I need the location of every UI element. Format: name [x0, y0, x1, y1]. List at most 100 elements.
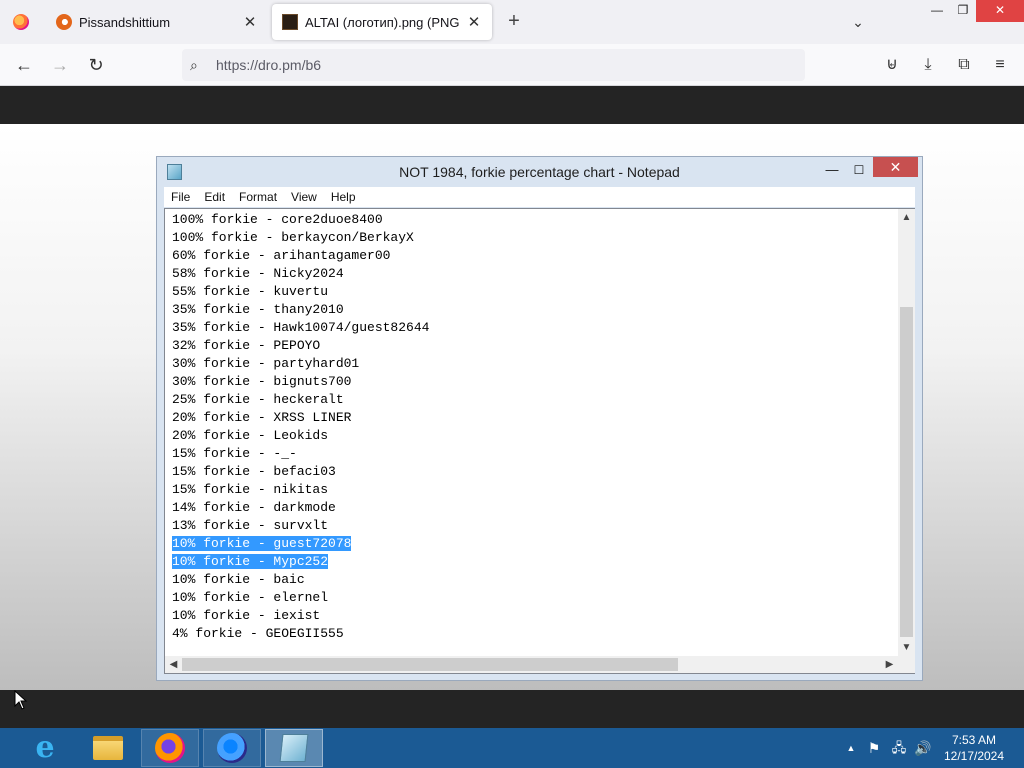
site-favicon-icon	[56, 14, 72, 30]
line-text: 4% forkie - GEOEGII555	[172, 626, 344, 641]
line-text: 100% forkie - berkaycon/BerkayX	[172, 230, 414, 245]
text-line: 20% forkie - Leokids	[172, 427, 897, 445]
text-line: 55% forkie - kuvertu	[172, 283, 897, 301]
search-icon: ⌕	[190, 56, 198, 73]
browser-tab-pissandshittium[interactable]: Pissandshittium ✕	[46, 4, 268, 40]
text-line: 100% forkie - core2duoe8400	[172, 211, 897, 229]
download-icon[interactable]: ⤓	[915, 52, 941, 78]
line-text: 10% forkie - elernel	[172, 590, 329, 605]
text-line: 100% forkie - berkaycon/BerkayX	[172, 229, 897, 247]
window-close-button[interactable]: ✕	[976, 0, 1024, 22]
line-text: 25% forkie - heckeralt	[172, 392, 344, 407]
horizontal-scroll-thumb[interactable]	[182, 658, 678, 671]
menu-view[interactable]: View	[284, 190, 324, 204]
text-line: 15% forkie - befaci03	[172, 463, 897, 481]
line-text: 58% forkie - Nicky2024	[172, 266, 344, 281]
firefox-view-button[interactable]	[0, 0, 42, 44]
line-text: 30% forkie - partyhard01	[172, 356, 360, 371]
notepad-close-button[interactable]: ✕	[873, 157, 918, 177]
vertical-scrollbar[interactable]: ▲ ▼	[898, 209, 915, 656]
forward-button[interactable]: →	[47, 52, 73, 78]
image-bottom-band	[0, 690, 1024, 728]
taskbar-clock[interactable]: 7:53 AM 12/17/2024	[938, 728, 1010, 768]
text-line: 32% forkie - PEPOYO	[172, 337, 897, 355]
clock-time: 7:53 AM	[951, 733, 997, 747]
menu-format[interactable]: Format	[232, 190, 284, 204]
notepad-menu-bar: File Edit Format View Help	[164, 187, 915, 207]
tab-close-icon[interactable]: ✕	[238, 10, 262, 34]
line-text: 15% forkie - -_-	[172, 446, 297, 461]
line-text: 15% forkie - befaci03	[172, 464, 336, 479]
text-line: 35% forkie - thany2010	[172, 301, 897, 319]
clock-date: 12/17/2024	[943, 749, 1005, 763]
horizontal-scrollbar[interactable]: ◀ ▶	[165, 656, 898, 673]
scrollbar-corner	[898, 656, 915, 673]
extensions-icon[interactable]: ⧉	[951, 52, 977, 78]
reload-button[interactable]: ↻	[83, 52, 109, 78]
text-line: 10% forkie - baic	[172, 571, 897, 589]
notepad-text-area[interactable]: 100% forkie - core2duoe8400 100% forkie -…	[164, 208, 915, 674]
browser-tab-strip: Pissandshittium ✕ ALTAI (логотип).png (P…	[0, 0, 1024, 44]
back-button[interactable]: ←	[11, 52, 37, 78]
line-text: 10% forkie - guest72078	[172, 536, 352, 551]
text-line: 35% forkie - Hawk10074/guest82644	[172, 319, 897, 337]
text-line: 13% forkie - survxlt	[172, 517, 897, 535]
line-text: 32% forkie - PEPOYO	[172, 338, 321, 353]
text-line: 30% forkie - bignuts700	[172, 373, 897, 391]
action-center-flag-icon[interactable]: ⚑	[866, 728, 882, 768]
taskbar-notepad[interactable]	[265, 729, 323, 767]
taskbar-file-explorer[interactable]	[79, 729, 137, 767]
url-text[interactable]: https://dro.pm/b6	[216, 57, 321, 73]
volume-icon[interactable]: 🔊	[914, 728, 932, 768]
text-line: 4% forkie - GEOEGII555	[172, 625, 897, 643]
show-hidden-icons-button[interactable]: ▲	[844, 728, 858, 768]
window-restore-button[interactable]: ❐	[948, 0, 978, 22]
menu-help[interactable]: Help	[324, 190, 363, 204]
scroll-right-arrow-icon[interactable]: ▶	[881, 656, 898, 673]
notepad-minimize-button[interactable]: —	[819, 160, 845, 180]
notepad-maximize-button[interactable]: ☐	[846, 160, 872, 180]
line-text: 55% forkie - kuvertu	[172, 284, 329, 299]
text-line: 25% forkie - heckeralt	[172, 391, 897, 409]
line-text: 15% forkie - nikitas	[172, 482, 329, 497]
notepad-text-content[interactable]: 100% forkie - core2duoe8400 100% forkie -…	[172, 211, 897, 651]
new-tab-button[interactable]: +	[502, 10, 526, 34]
notepad-title-bar: NOT 1984, forkie percentage chart - Note…	[157, 157, 922, 187]
text-line: 60% forkie - arihantagamer00	[172, 247, 897, 265]
taskbar-firefox-nightly[interactable]	[203, 729, 261, 767]
firefox-icon	[13, 14, 29, 30]
text-line: 20% forkie - XRSS LINER	[172, 409, 897, 427]
tab-close-icon[interactable]: ✕	[462, 10, 486, 34]
browser-tab-altai-png[interactable]: ALTAI (логотип).png (PNG Ima ✕	[272, 4, 492, 40]
line-text: 30% forkie - bignuts700	[172, 374, 352, 389]
line-text: 20% forkie - XRSS LINER	[172, 410, 352, 425]
text-line: 14% forkie - darkmode	[172, 499, 897, 517]
taskbar-internet-explorer[interactable]: e	[16, 729, 74, 767]
text-line: 30% forkie - partyhard01	[172, 355, 897, 373]
scroll-left-arrow-icon[interactable]: ◀	[165, 656, 182, 673]
network-icon[interactable]: 🖧	[890, 728, 908, 768]
tab-title: Pissandshittium	[79, 14, 171, 30]
address-bar[interactable]: ⌕ https://dro.pm/b6	[182, 49, 805, 81]
line-text: 100% forkie - core2duoe8400	[172, 212, 383, 227]
mouse-pointer-icon	[14, 690, 28, 710]
menu-file[interactable]: File	[164, 190, 197, 204]
scroll-down-arrow-icon[interactable]: ▼	[898, 639, 915, 656]
text-line: 10% forkie - iexist	[172, 607, 897, 625]
pocket-icon[interactable]: ⊌	[879, 52, 905, 78]
taskbar-firefox[interactable]	[141, 729, 199, 767]
list-all-tabs-button[interactable]: ⌄	[846, 10, 870, 34]
notepad-title: NOT 1984, forkie percentage chart - Note…	[399, 164, 680, 180]
line-text: 13% forkie - survxlt	[172, 518, 329, 533]
text-line: 10% forkie - elernel	[172, 589, 897, 607]
scroll-up-arrow-icon[interactable]: ▲	[898, 209, 915, 226]
vertical-scroll-thumb[interactable]	[900, 307, 913, 637]
firefox-icon	[155, 733, 185, 763]
menu-edit[interactable]: Edit	[197, 190, 232, 204]
line-text: 14% forkie - darkmode	[172, 500, 336, 515]
selected-text-line: 10% forkie - guest72078	[172, 535, 897, 553]
notepad-window: NOT 1984, forkie percentage chart - Note…	[156, 156, 923, 681]
text-line: 58% forkie - Nicky2024	[172, 265, 897, 283]
internet-explorer-icon: e	[35, 730, 55, 765]
hamburger-menu-icon[interactable]: ≡	[987, 52, 1013, 78]
